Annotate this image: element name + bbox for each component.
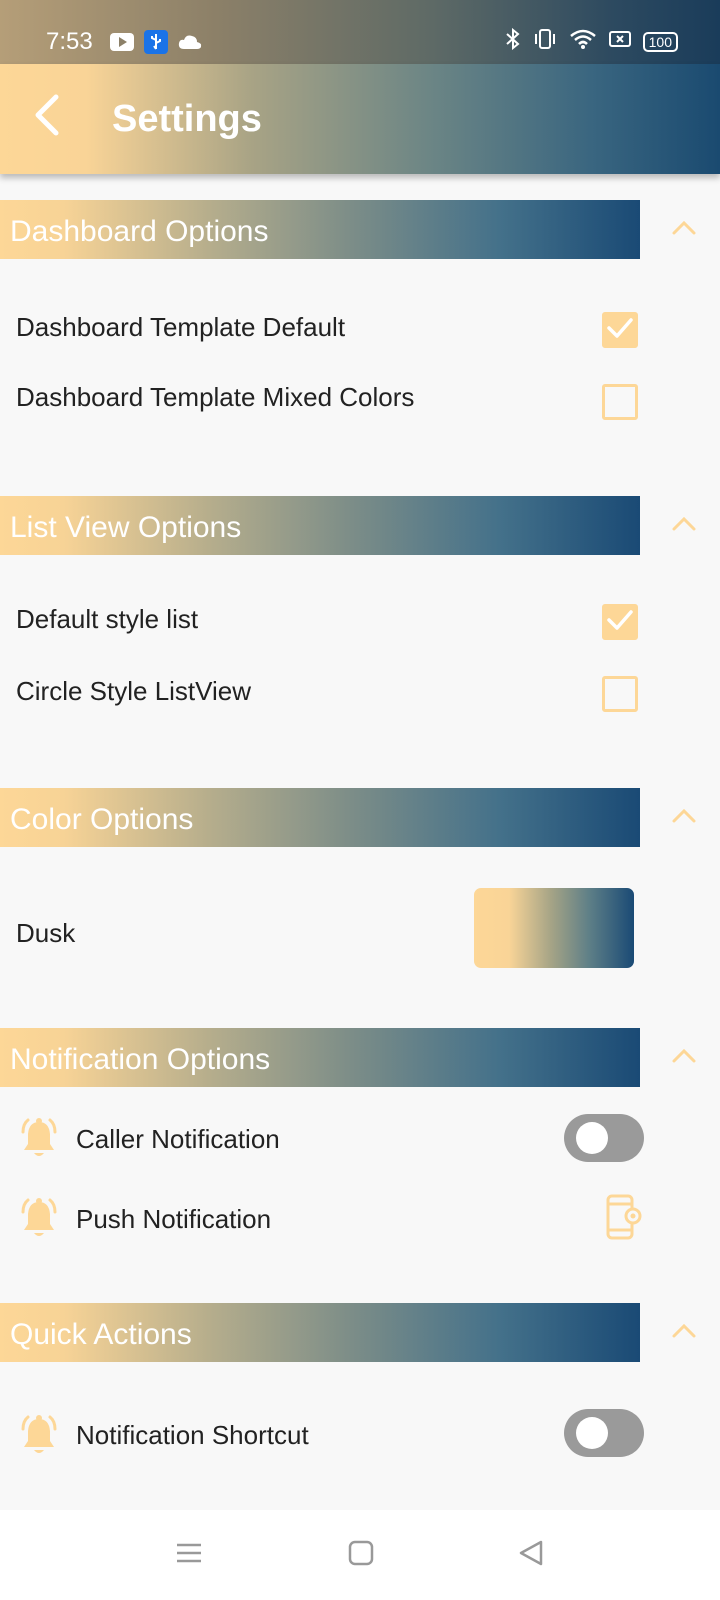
cloud-icon bbox=[178, 34, 202, 55]
system-back-button[interactable] bbox=[506, 1532, 556, 1578]
bell-ring-icon bbox=[18, 1413, 60, 1457]
section-header-list-view[interactable]: List View Options bbox=[0, 496, 640, 555]
row-label: Circle Style ListView bbox=[16, 676, 252, 706]
status-left-icons bbox=[110, 30, 202, 59]
section-header-notification[interactable]: Notification Options bbox=[0, 1028, 640, 1087]
section-header-dashboard[interactable]: Dashboard Options bbox=[0, 200, 640, 259]
toggle-knob bbox=[576, 1417, 608, 1449]
chevron-up-icon bbox=[671, 1048, 697, 1069]
section-title: Quick Actions bbox=[10, 1318, 192, 1351]
notification-label: Notification Shortcut bbox=[76, 1420, 309, 1450]
home-square-icon bbox=[348, 1540, 374, 1571]
menu-icon bbox=[176, 1542, 202, 1569]
collapse-notification-button[interactable] bbox=[666, 1040, 702, 1076]
row-label: Dashboard Template Default bbox=[16, 312, 346, 342]
wifi-icon bbox=[569, 28, 597, 55]
app-bar: Settings bbox=[0, 64, 720, 174]
vibrate-icon bbox=[533, 28, 557, 55]
home-button[interactable] bbox=[336, 1532, 386, 1578]
chevron-up-icon bbox=[671, 1323, 697, 1344]
color-option-label: Dusk bbox=[16, 918, 76, 948]
system-nav-bar bbox=[0, 1510, 720, 1600]
usb-icon bbox=[144, 30, 168, 59]
back-button[interactable] bbox=[22, 92, 72, 142]
check-icon bbox=[606, 609, 634, 636]
chevron-up-icon bbox=[671, 220, 697, 241]
notification-label: Push Notification bbox=[76, 1204, 272, 1234]
battery-icon: 100 bbox=[642, 31, 678, 52]
collapse-quick-actions-button[interactable] bbox=[666, 1315, 702, 1351]
checkbox-dashboard-mixed[interactable] bbox=[602, 384, 638, 420]
chevron-up-icon bbox=[671, 516, 697, 537]
chevron-up-icon bbox=[671, 808, 697, 829]
section-title: Color Options bbox=[10, 803, 194, 836]
bell-ring-icon bbox=[18, 1196, 60, 1240]
section-title: Dashboard Options bbox=[10, 215, 269, 248]
check-icon bbox=[606, 317, 634, 344]
battery-level: 100 bbox=[642, 31, 678, 52]
recent-apps-button[interactable] bbox=[164, 1532, 214, 1578]
checkbox-dashboard-default[interactable] bbox=[602, 312, 638, 348]
page-title: Settings bbox=[112, 98, 262, 140]
youtube-icon bbox=[110, 33, 134, 56]
section-title: List View Options bbox=[10, 511, 242, 544]
collapse-color-button[interactable] bbox=[666, 800, 702, 836]
collapse-list-view-button[interactable] bbox=[666, 508, 702, 544]
toggle-knob bbox=[576, 1122, 608, 1154]
bell-ring-icon bbox=[18, 1116, 60, 1160]
status-time: 7:53 bbox=[46, 28, 93, 55]
status-right-icons: 100 bbox=[505, 27, 678, 55]
section-header-color[interactable]: Color Options bbox=[0, 788, 640, 847]
back-triangle-icon bbox=[517, 1539, 545, 1572]
checkbox-default-list[interactable] bbox=[602, 604, 638, 640]
chevron-left-icon bbox=[32, 93, 62, 142]
color-swatch-dusk[interactable] bbox=[474, 888, 634, 968]
section-header-quick-actions[interactable]: Quick Actions bbox=[0, 1303, 640, 1362]
screen-icon bbox=[608, 30, 631, 53]
phone-settings-icon[interactable] bbox=[606, 1194, 642, 1240]
section-title: Notification Options bbox=[10, 1043, 271, 1076]
notification-shortcut-toggle[interactable] bbox=[564, 1409, 644, 1457]
checkbox-circle-list[interactable] bbox=[602, 676, 638, 712]
caller-notification-toggle[interactable] bbox=[564, 1114, 644, 1162]
collapse-dashboard-button[interactable] bbox=[666, 212, 702, 248]
row-label: Dashboard Template Mixed Colors bbox=[16, 382, 415, 412]
row-label: Default style list bbox=[16, 604, 199, 634]
notification-label: Caller Notification bbox=[76, 1124, 280, 1154]
bluetooth-icon bbox=[505, 27, 521, 55]
status-bar: 7:53 100 bbox=[0, 0, 720, 64]
